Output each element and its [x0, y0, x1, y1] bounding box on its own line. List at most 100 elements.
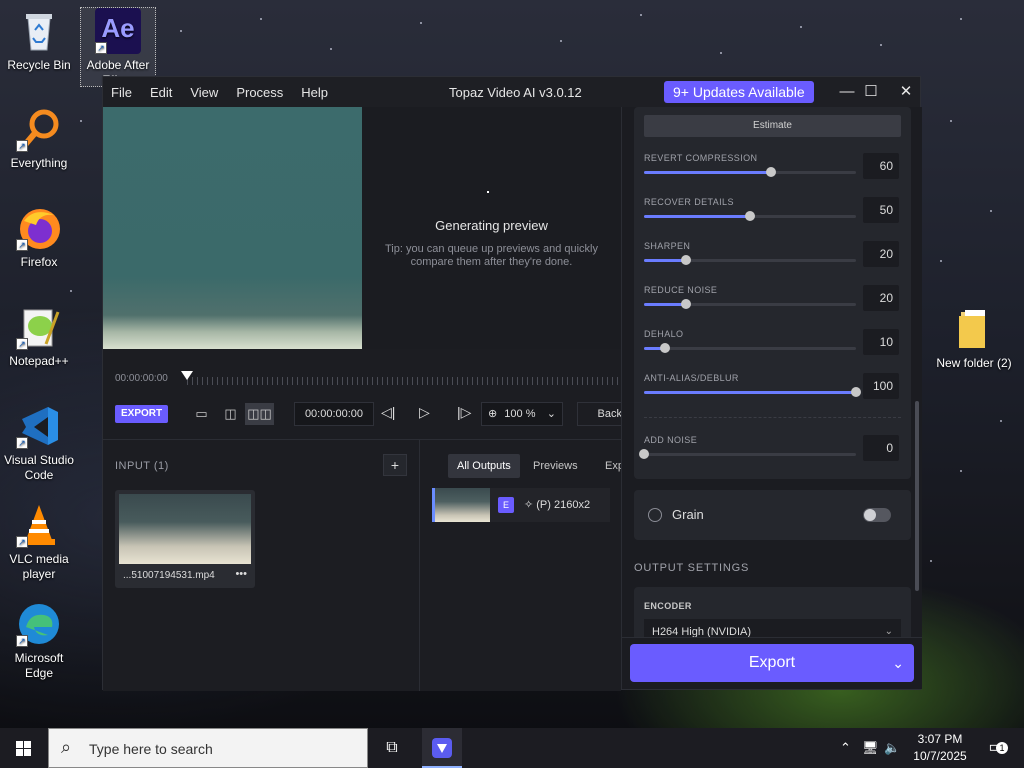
- desktop-icon-notepad-plus-plus[interactable]: ↗ Notepad++: [1, 304, 77, 369]
- menu-process[interactable]: Process: [236, 85, 283, 100]
- folder-icon: [951, 306, 997, 352]
- slider-knob[interactable]: [745, 211, 755, 221]
- slider-track[interactable]: [644, 299, 856, 309]
- step-forward-icon: |▷: [457, 404, 472, 420]
- show-hidden-icons-button[interactable]: ⌃: [840, 740, 851, 756]
- menu-view[interactable]: View: [190, 85, 218, 100]
- more-options-button[interactable]: •••: [235, 568, 247, 580]
- network-icon[interactable]: 🖥: [862, 740, 879, 756]
- side-by-side-icon: ◫◫: [247, 406, 272, 421]
- desktop-icon-everything[interactable]: ↗ Everything: [1, 106, 77, 171]
- slider-track[interactable]: [639, 449, 856, 459]
- slider-revert-compression[interactable]: REVERT COMPRESSION 60: [644, 153, 901, 197]
- tab-previews[interactable]: Previews: [524, 454, 587, 478]
- export-tag-button[interactable]: EXPORT: [115, 405, 169, 423]
- input-video-card[interactable]: ...51007194531.mp4 •••: [115, 490, 255, 588]
- slider-anti-alias-deblur[interactable]: ANTI-ALIAS/DEBLUR 100: [644, 373, 901, 417]
- export-button[interactable]: Export ⌄: [630, 644, 914, 682]
- input-panel: INPUT (1) + ...51007194531.mp4 •••: [103, 439, 419, 691]
- close-button[interactable]: ✕: [894, 81, 918, 103]
- slider-track[interactable]: [644, 387, 861, 397]
- slider-dehalo[interactable]: DEHALO 10: [644, 329, 901, 373]
- output-item[interactable]: E ✧ (P) 2160x2: [432, 488, 610, 522]
- timeline-start-time: 00:00:00:00: [115, 373, 168, 384]
- taskbar-topaz-app[interactable]: [422, 728, 462, 768]
- generating-preview-title: Generating preview: [435, 218, 548, 233]
- slider-reduce-noise[interactable]: REDUCE NOISE 20: [644, 285, 901, 329]
- minimize-button[interactable]: —: [835, 81, 859, 103]
- menu-edit[interactable]: Edit: [150, 85, 172, 100]
- slider-knob[interactable]: [766, 167, 777, 177]
- slider-track[interactable]: [644, 255, 856, 265]
- topaz-logo-icon: [432, 738, 452, 758]
- back-button[interactable]: Back: [577, 402, 627, 426]
- slider-track[interactable]: [644, 343, 856, 353]
- notification-center-button[interactable]: ▭ 1: [976, 728, 1016, 768]
- slider-value-input[interactable]: 20: [863, 241, 899, 267]
- export-button-label: Export: [748, 654, 796, 671]
- slider-knob[interactable]: [681, 299, 692, 309]
- chevron-down-icon[interactable]: ⌄: [892, 644, 904, 682]
- slider-track[interactable]: [644, 211, 856, 221]
- slider-label: REDUCE NOISE: [644, 285, 718, 295]
- split-view-button[interactable]: ◫: [216, 403, 245, 425]
- updates-available-button[interactable]: 9+ Updates Available: [664, 81, 814, 103]
- menu-file[interactable]: File: [111, 85, 132, 100]
- slider-knob[interactable]: [639, 449, 649, 459]
- play-button[interactable]: ▷: [419, 404, 430, 421]
- desktop-icon-edge[interactable]: ↗ Microsoft Edge: [1, 601, 77, 681]
- desktop-icon-after-effects[interactable]: Ae ↗ Adobe After Effe...: [80, 7, 156, 87]
- after-effects-icon: Ae ↗: [95, 8, 141, 54]
- start-button[interactable]: [0, 728, 48, 768]
- desktop-icon-vscode[interactable]: ↗ Visual Studio Code: [1, 403, 77, 483]
- timeline-scrubber[interactable]: [187, 377, 621, 385]
- shortcut-arrow-icon: ↗: [16, 140, 28, 152]
- step-forward-button[interactable]: |▷: [457, 404, 471, 421]
- timecode-input[interactable]: 00:00:00:00: [294, 402, 374, 426]
- menu-help[interactable]: Help: [301, 85, 328, 100]
- grain-toggle[interactable]: [863, 508, 891, 522]
- task-view-button[interactable]: ⧉: [372, 728, 412, 768]
- slider-sharpen[interactable]: SHARPEN 20: [644, 241, 901, 285]
- playhead-marker-icon[interactable]: [181, 371, 193, 380]
- desktop-icon-firefox[interactable]: ↗ Firefox: [1, 205, 77, 270]
- slider-value-input[interactable]: 50: [863, 197, 899, 223]
- settings-scrollbar[interactable]: [915, 401, 919, 591]
- single-view-button[interactable]: ▭: [187, 403, 216, 425]
- desktop-icon-new-folder[interactable]: New folder (2): [936, 306, 1012, 371]
- slider-value-input[interactable]: 10: [863, 329, 899, 355]
- tab-all-outputs[interactable]: All Outputs: [448, 454, 520, 478]
- slider-knob[interactable]: [660, 343, 671, 353]
- shortcut-arrow-icon: ↗: [16, 437, 28, 449]
- estimate-button[interactable]: Estimate: [644, 115, 901, 137]
- slider-value-input[interactable]: 100: [863, 373, 899, 399]
- firefox-icon: ↗: [16, 205, 62, 251]
- slider-track[interactable]: [644, 167, 856, 177]
- slider-value-input[interactable]: 0: [863, 435, 899, 461]
- slider-fill: [644, 391, 856, 394]
- zoom-select[interactable]: ⊕ 100 % ⌄: [481, 402, 563, 426]
- maximize-button[interactable]: ☐: [859, 81, 883, 103]
- slider-fill: [644, 259, 687, 262]
- slider-knob[interactable]: [681, 255, 692, 265]
- slider-value-input[interactable]: 20: [863, 285, 899, 311]
- search-placeholder: Type here to search: [89, 741, 213, 757]
- ae-badge: Ae: [101, 13, 135, 43]
- slider-knob[interactable]: [851, 387, 861, 397]
- slider-label: ANTI-ALIAS/DEBLUR: [644, 373, 739, 383]
- taskbar-search-box[interactable]: ⌕ Type here to search: [48, 728, 368, 768]
- side-by-side-view-button[interactable]: ◫◫: [245, 403, 274, 425]
- add-input-button[interactable]: +: [383, 454, 407, 476]
- desktop-icon-recycle-bin[interactable]: Recycle Bin: [1, 8, 77, 73]
- desktop-icon-label: Everything: [10, 156, 68, 170]
- desktop-icon-vlc[interactable]: ↗ VLC media player: [1, 502, 77, 582]
- slider-value-input[interactable]: 60: [863, 153, 899, 179]
- volume-muted-icon[interactable]: 🔈: [884, 740, 900, 756]
- slider-add-noise[interactable]: ADD NOISE 0: [639, 435, 901, 479]
- grain-radio[interactable]: [648, 508, 662, 522]
- slider-recover-details[interactable]: RECOVER DETAILS 50: [644, 197, 901, 241]
- step-back-button[interactable]: ◁|: [381, 404, 395, 421]
- taskbar-clock[interactable]: 3:07 PM 10/7/2025: [908, 731, 972, 765]
- split-view-icon: ◫: [224, 406, 237, 421]
- slider-fill: [644, 303, 687, 306]
